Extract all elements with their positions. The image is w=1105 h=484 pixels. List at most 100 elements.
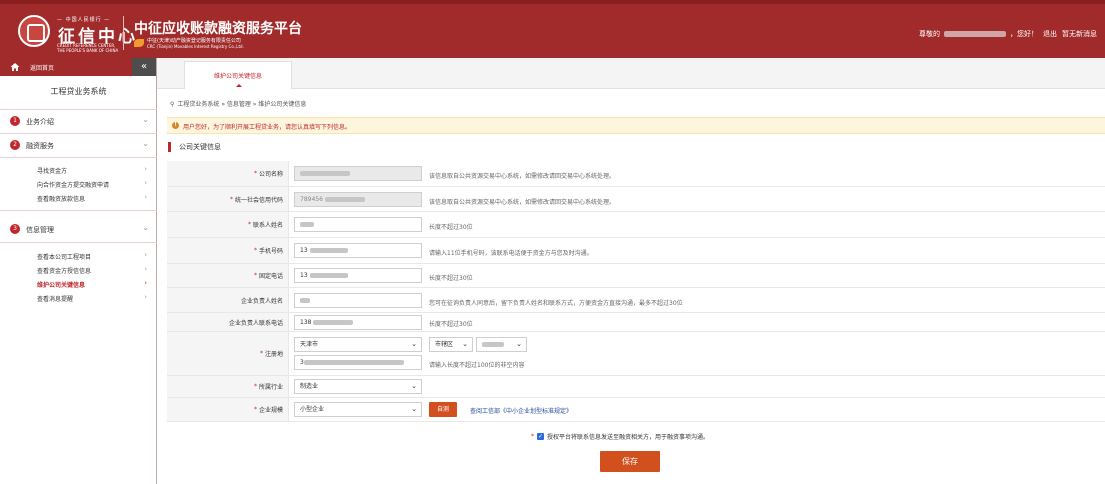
tab-bar: 维护公司关键信息 xyxy=(157,58,1105,89)
chevron-down-icon: ⌄ xyxy=(142,139,149,148)
field-hint: 长度不超过30位 xyxy=(429,321,473,328)
chevron-down-icon: ⌄ xyxy=(516,340,522,348)
field-label: * 统一社会信用代码 xyxy=(167,187,289,211)
contact-name-input[interactable] xyxy=(294,217,422,232)
logout-link[interactable]: 退出 xyxy=(1043,29,1057,39)
chevron-right-icon: › xyxy=(144,293,147,301)
chevron-right-icon: › xyxy=(144,193,147,201)
mobile-value: 13 xyxy=(300,247,308,254)
company-english-name: CRC (Tianjin) Movables Interest Registry… xyxy=(147,44,244,49)
menu-divider xyxy=(0,210,157,211)
consent-checkbox[interactable]: ✓ xyxy=(537,433,544,440)
label-text: 企业规模 xyxy=(258,407,283,414)
sidebar-item-company-projects[interactable]: 查看本公司工程项目 › xyxy=(0,250,157,263)
field-label: * 所属行业 xyxy=(167,376,289,397)
required-mark: * xyxy=(253,406,257,413)
street-address-input[interactable]: 3 xyxy=(294,355,422,370)
city-value: 天津市 xyxy=(300,341,319,348)
field-label: * 手机号码 xyxy=(167,238,289,263)
chevron-right-icon: › xyxy=(144,165,147,173)
sidebar-item-label: 查看本公司工程项目 xyxy=(37,254,92,261)
group-number-badge: 1 xyxy=(10,116,20,126)
group-label: 信息管理 xyxy=(26,226,54,234)
sidebar-item-find-funder[interactable]: 寻找资金方 › xyxy=(0,164,157,177)
sidebar-item-maintain-company-info[interactable]: 维护公司关键信息 › xyxy=(0,278,157,291)
section-title: 公司关键信息 xyxy=(168,142,221,152)
username-redacted xyxy=(944,31,1006,37)
menu-divider xyxy=(0,242,157,243)
chevron-down-icon: ⌄ xyxy=(411,405,417,413)
redacted-value xyxy=(300,171,350,176)
required-mark: * xyxy=(247,221,251,228)
label-text: 固定电话 xyxy=(258,273,283,280)
home-bar[interactable]: 返回首页 « xyxy=(0,58,156,76)
field-hint: 该信息取自公共资源交易中心系统，如需修改请回交易中心系统处理。 xyxy=(429,173,616,180)
label-text: 公司名称 xyxy=(258,171,283,178)
home-link[interactable]: 返回首页 xyxy=(30,63,54,72)
group-label: 业务介绍 xyxy=(26,118,54,126)
sidebar-item-loan-info[interactable]: 查看融资放款信息 › xyxy=(0,192,157,205)
company-mark-icon xyxy=(134,39,144,47)
required-mark: * xyxy=(253,272,257,279)
street-select[interactable]: ⌄ xyxy=(476,337,527,352)
sidebar-item-label: 向合作资金方提交融资申请 xyxy=(37,182,110,189)
scale-standard-link[interactable]: 查阅工信部《中小企业划型标准规定》 xyxy=(470,406,572,415)
industry-select[interactable]: 制造业 ⌄ xyxy=(294,379,422,394)
chevron-right-icon: › xyxy=(144,251,147,259)
district-select[interactable]: 市辖区 ⌄ xyxy=(429,337,473,352)
field-hint: 请输入11位手机号码，该联系电话便于资金方与您及时沟通。 xyxy=(429,250,593,257)
form-row-credit-code: * 统一社会信用代码 789456 该信息取自公共资源交易中心系统，如需修改请回交… xyxy=(167,187,1105,212)
legal-name-input[interactable] xyxy=(294,293,422,308)
label-text: 手机号码 xyxy=(258,248,283,255)
required-mark: * xyxy=(253,247,257,254)
chevron-down-icon: ⌄ xyxy=(142,223,149,232)
user-area: 尊敬的 ，您好！ 退出 暂无新消息 xyxy=(919,29,1097,39)
sidebar-item-label: 维护公司关键信息 xyxy=(37,282,86,289)
sidebar-item-label: 查看融资放款信息 xyxy=(37,196,86,203)
sidebar-item-credit-info[interactable]: 查看资金方授信信息 › xyxy=(0,264,157,277)
menu-divider xyxy=(0,157,157,158)
sidebar-item-label: 寻找资金方 xyxy=(37,168,68,175)
scale-select[interactable]: 小型企业 ⌄ xyxy=(294,402,422,417)
field-hint: 长度不超过30位 xyxy=(429,275,473,282)
legal-phone-input[interactable]: 138 xyxy=(294,315,422,330)
redacted-value xyxy=(309,273,348,278)
field-hint: 您可在征询负责人同意后，留下负责人姓名和联系方式，方便资金方直接沟通，最多不超过… xyxy=(429,300,683,307)
mobile-input[interactable]: 13 xyxy=(294,243,422,258)
menu-group-finance-service[interactable]: 2 融资服务 ⌄ xyxy=(0,134,157,156)
system-title: 工程贷业务系统 xyxy=(50,87,107,96)
redacted-value xyxy=(313,320,354,325)
form-row-company-name: * 公司名称 该信息取自公共资源交易中心系统，如需修改请回交易中心系统处理。 xyxy=(167,161,1105,187)
required-mark: * xyxy=(229,195,233,203)
consent-row: * ✓ 授权平台将联系信息发送至融资相关方，用于融资事项沟通。 xyxy=(531,432,709,441)
menu-group-business-intro[interactable]: 1 业务介绍 ⌄ xyxy=(0,110,157,132)
credit-center-logo-icon xyxy=(18,15,50,47)
chevron-down-icon: ⌄ xyxy=(411,340,417,348)
field-label: * 固定电话 xyxy=(167,264,289,287)
logo-en-line2: THE PEOPLE'S BANK OF CHINA xyxy=(57,48,119,53)
self-test-button[interactable]: 自测 xyxy=(429,402,457,417)
group-number-badge: 3 xyxy=(10,224,20,234)
field-label: * 公司名称 xyxy=(167,161,289,186)
home-icon xyxy=(10,63,20,71)
redacted-value xyxy=(300,222,314,227)
messages-link[interactable]: 暂无新消息 xyxy=(1062,29,1097,39)
collapse-sidebar-button[interactable]: « xyxy=(132,58,156,76)
sidebar-item-submit-application[interactable]: 向合作资金方提交融资申请 › xyxy=(0,178,157,191)
menu-group-info-management[interactable]: 3 信息管理 ⌄ xyxy=(0,218,157,240)
city-select[interactable]: 天津市 ⌄ xyxy=(294,337,422,352)
logo-english-name: CREDIT REFERENCE CENTER, THE PEOPLE'S BA… xyxy=(57,43,118,53)
landline-value: 13 xyxy=(300,272,308,279)
breadcrumb: ⚲ 工程贷业务系统 » 信息管理 » 维护公司关键信息 xyxy=(170,99,306,108)
tab-maintain-company-info[interactable]: 维护公司关键信息 xyxy=(184,61,292,89)
label-text: 联系人姓名 xyxy=(252,222,283,229)
company-chinese-name: 中征(天津)动产融资登记服务有限责任公司 xyxy=(147,38,241,44)
top-header: — 中国人民银行 — 征信中心 CREDIT REFERENCE CENTER,… xyxy=(0,0,1105,58)
location-pin-icon: ⚲ xyxy=(170,101,175,108)
greeting-suffix: ，您好！ xyxy=(1010,30,1038,38)
sidebar-item-messages[interactable]: 查看消息提醒 › xyxy=(0,292,157,305)
landline-input[interactable]: 13 xyxy=(294,268,422,283)
save-button[interactable]: 保存 xyxy=(600,451,660,472)
credit-code-field: 789456 xyxy=(294,192,422,207)
form-row-contact-name: * 联系人姓名 长度不超过30位 xyxy=(167,212,1105,238)
